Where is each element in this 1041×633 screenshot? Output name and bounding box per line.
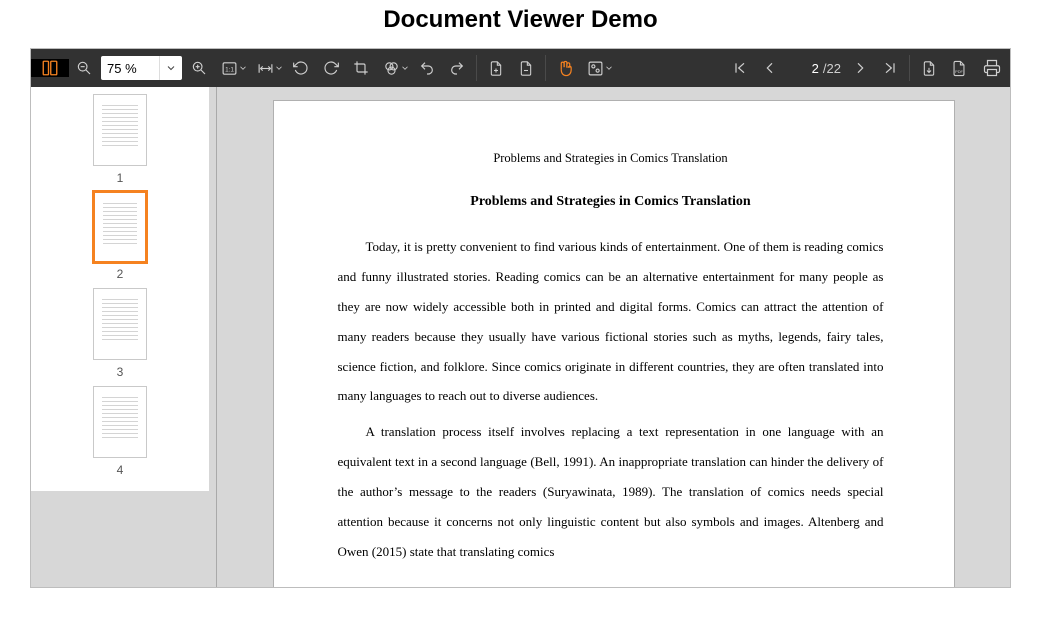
prev-page-button[interactable] [755, 60, 785, 76]
page-title: Document Viewer Demo [0, 6, 1041, 34]
thumbnail-label: 4 [117, 463, 124, 477]
thumbnail-label: 2 [117, 267, 124, 281]
zoom-out-button[interactable] [69, 60, 99, 76]
viewer-body: 1 2 3 4 Problems and Strategies in Comics T… [31, 87, 1010, 587]
thumbnail-page-preview [95, 193, 145, 261]
filter-icon [383, 60, 400, 77]
svg-text:1:1: 1:1 [225, 66, 234, 73]
thumbnail-item[interactable]: 3 [94, 289, 146, 379]
print-icon [983, 59, 1001, 77]
thumbnail-panel-icon [41, 59, 59, 77]
zoom-out-icon [76, 60, 92, 76]
redo-button[interactable] [442, 60, 472, 76]
thumbnail-item[interactable]: 2 [95, 193, 145, 281]
document-title: Problems and Strategies in Comics Transl… [338, 194, 884, 210]
annotation-button[interactable] [580, 60, 610, 77]
running-head: Problems and Strategies in Comics Transl… [338, 151, 884, 166]
thumbnail-item[interactable]: 4 [94, 387, 146, 477]
paragraph: Today, it is pretty convenient to find v… [338, 232, 884, 411]
document-page: Problems and Strategies in Comics Transl… [274, 101, 954, 587]
page-number-input[interactable] [789, 56, 821, 80]
pan-tool-button[interactable] [550, 60, 580, 77]
last-page-icon [882, 60, 898, 76]
actual-size-button[interactable]: 1:1 [214, 60, 244, 77]
zoom-in-icon [191, 60, 207, 76]
rotate-ccw-icon [293, 60, 309, 76]
zoom-dropdown[interactable] [159, 56, 182, 80]
zoom-level [101, 56, 182, 80]
thumbnail-label: 1 [117, 171, 124, 185]
add-page-icon [488, 60, 504, 77]
viewer-toolbar: 1:1 [31, 49, 1010, 87]
zoom-in-button[interactable] [184, 60, 214, 76]
page-total: 22 [827, 61, 845, 76]
fit-mode-button[interactable] [250, 60, 280, 77]
rotate-cw-icon [323, 60, 339, 76]
page-indicator: / 22 [785, 56, 845, 80]
thumbnail-page-preview [94, 95, 146, 165]
crop-icon [353, 60, 369, 76]
remove-page-button[interactable] [511, 60, 541, 77]
paragraph: A translation process itself involves re… [338, 417, 884, 566]
chevron-left-icon [762, 60, 778, 76]
export-pdf-button[interactable]: PDF [944, 60, 974, 77]
undo-icon [419, 60, 435, 76]
print-button[interactable] [974, 59, 1010, 77]
toolbar-separator [476, 55, 477, 81]
document-canvas[interactable]: Problems and Strategies in Comics Transl… [217, 87, 1010, 587]
first-page-icon [732, 60, 748, 76]
thumbnail-page-preview [94, 387, 146, 457]
crop-button[interactable] [346, 60, 376, 76]
annotation-icon [587, 60, 604, 77]
toolbar-separator [545, 55, 546, 81]
fit-width-icon [257, 60, 274, 77]
chevron-right-icon [852, 60, 868, 76]
document-viewer: 1:1 [30, 48, 1011, 588]
thumbnail-panel[interactable]: 1 2 3 4 [31, 87, 217, 587]
save-page-icon [921, 60, 937, 77]
zoom-input[interactable] [101, 56, 159, 80]
svg-text:PDF: PDF [955, 68, 963, 73]
next-page-button[interactable] [845, 60, 875, 76]
save-button[interactable] [914, 60, 944, 77]
toolbar-separator [909, 55, 910, 81]
remove-page-icon [518, 60, 534, 77]
pdf-icon: PDF [950, 60, 968, 77]
first-page-button[interactable] [725, 60, 755, 76]
thumbnail-panel-toggle[interactable] [31, 59, 69, 77]
last-page-button[interactable] [875, 60, 905, 76]
add-page-button[interactable] [481, 60, 511, 77]
thumbnail-label: 3 [117, 365, 124, 379]
hand-icon [557, 60, 574, 77]
actual-size-icon: 1:1 [221, 60, 238, 77]
undo-button[interactable] [412, 60, 442, 76]
thumbnail-item[interactable]: 1 [94, 95, 146, 185]
filter-button[interactable] [376, 60, 406, 77]
rotate-ccw-button[interactable] [286, 60, 316, 76]
chevron-down-icon [165, 62, 177, 74]
redo-icon [449, 60, 465, 76]
thumbnail-page-preview [94, 289, 146, 359]
rotate-cw-button[interactable] [316, 60, 346, 76]
